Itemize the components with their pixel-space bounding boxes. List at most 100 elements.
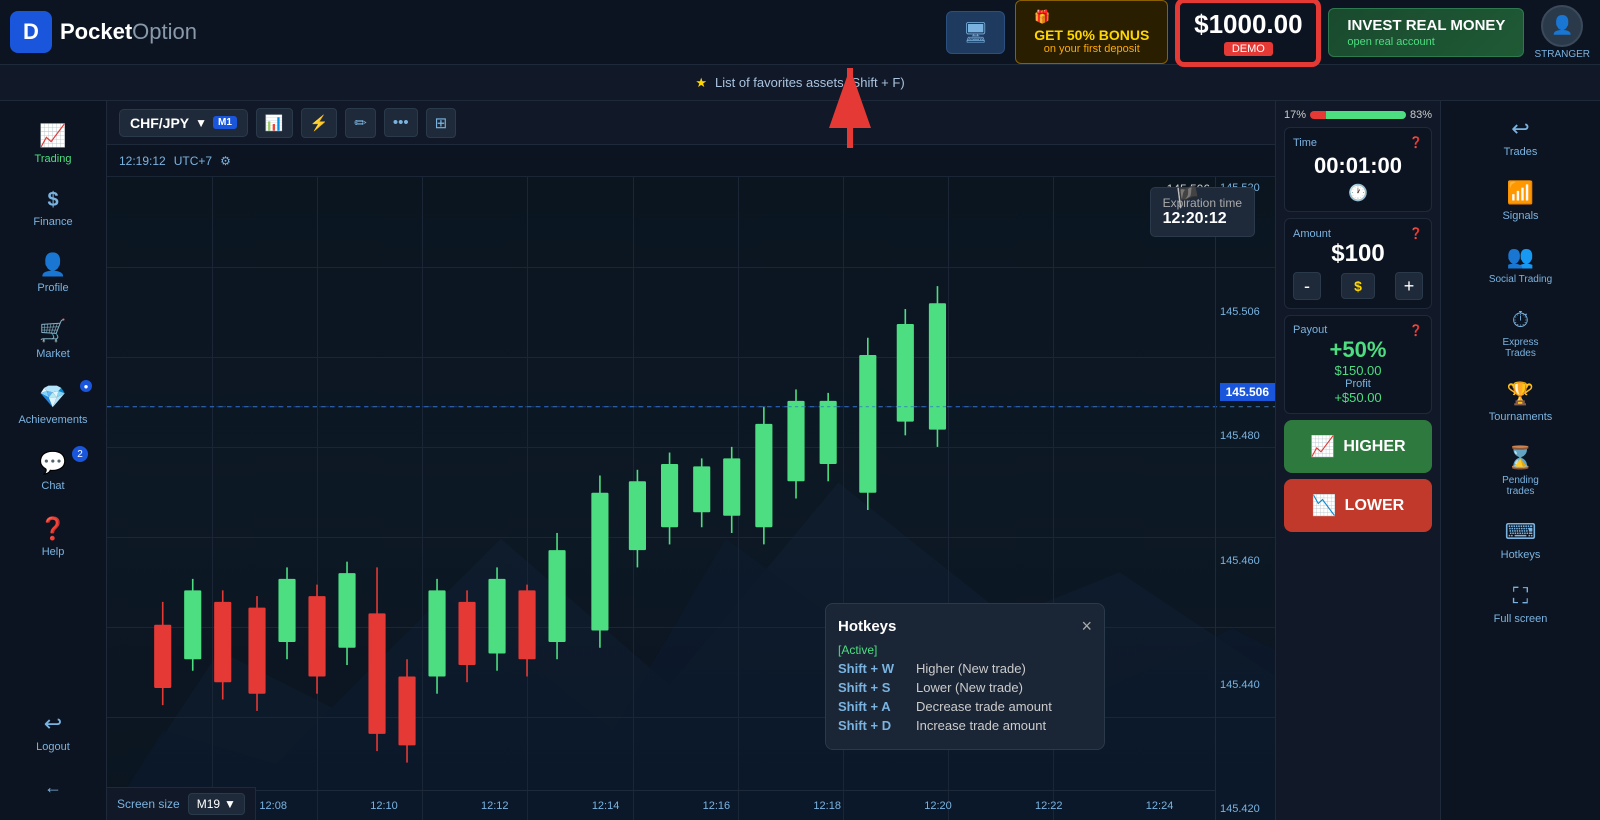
chart-type-button[interactable]: 📊 — [256, 108, 293, 138]
monitor-icon: 🖥 — [963, 20, 988, 45]
right-sidebar-item-trades[interactable]: ↩ Trades — [1441, 106, 1600, 168]
hotkeys-popup: Hotkeys × [Active] Shift + W Higher (New… — [825, 603, 1105, 750]
time-3: 12:10 — [370, 800, 398, 812]
achievements-icon: 💎 — [39, 384, 66, 410]
payout-percent: +50% — [1293, 337, 1423, 363]
indicators-button[interactable]: ⚡ — [301, 108, 338, 138]
screen-size-select[interactable]: M19 ▼ — [188, 793, 245, 815]
achievements-badge: ● — [80, 380, 92, 392]
screen-size-bar: Screen size M19 ▼ — [107, 787, 256, 820]
layout-button[interactable]: ⊞ — [426, 108, 457, 138]
progress-right-label: 83% — [1410, 109, 1432, 121]
hotkeys-icon: ⌨ — [1505, 519, 1537, 545]
right-sidebar-item-tournaments[interactable]: 🏆 Tournaments — [1441, 371, 1600, 433]
gift-icon: 🎁 — [1034, 9, 1050, 25]
time-label: Time — [1293, 137, 1317, 149]
hotkey-desc-4: Increase trade amount — [916, 718, 1046, 733]
avatar-area[interactable]: 👤 STRANGER — [1534, 5, 1590, 60]
amount-plus-button[interactable]: + — [1395, 272, 1423, 300]
sidebar-item-finance[interactable]: $ Finance — [0, 177, 106, 240]
chart-time: 12:19:12 — [119, 154, 166, 168]
sidebar-item-profile[interactable]: 👤 Profile — [0, 240, 106, 306]
right-sidebar-item-hotkeys[interactable]: ⌨ Hotkeys — [1441, 509, 1600, 571]
current-price-label: 145.506 — [1220, 383, 1275, 401]
time-4: 12:12 — [481, 800, 509, 812]
right-sidebar-item-signals[interactable]: 📶 Signals — [1441, 170, 1600, 232]
higher-trend-icon: 📈 — [1310, 434, 1335, 459]
favorites-text: List of favorites assets (Shift + F) — [715, 75, 905, 90]
amount-help-icon: ❓ — [1409, 227, 1423, 240]
payout-amount: $150.00 — [1293, 363, 1423, 378]
logo-bold: Pocket — [60, 19, 132, 44]
time-display: 00:01:00 — [1293, 153, 1423, 179]
hotkey-key-1: Shift + W — [838, 661, 908, 676]
right-sidebar-item-express-trades[interactable]: ⏱ ExpressTrades — [1441, 297, 1600, 369]
sidebar-item-help[interactable]: ❓ Help — [0, 504, 106, 570]
chart-settings-icon[interactable]: ⚙ — [220, 154, 231, 168]
header: D PocketOption 🖥 🎁 GET 50% BONUS on your… — [0, 0, 1600, 65]
screen-size-value: M19 — [197, 797, 220, 811]
main-layout: 📈 Trading $ Finance 👤 Profile 🛒 Market 💎… — [0, 101, 1600, 820]
invest-button[interactable]: INVEST REAL MONEY open real account — [1328, 8, 1524, 57]
sidebar-item-market[interactable]: 🛒 Market — [0, 306, 106, 372]
drawing-button[interactable]: ✏ — [345, 108, 376, 138]
hotkey-desc-2: Lower (New trade) — [916, 680, 1023, 695]
time-6: 12:16 — [703, 800, 731, 812]
time-7: 12:18 — [813, 800, 841, 812]
logo-light: Option — [132, 19, 197, 44]
logo: D PocketOption — [10, 11, 210, 53]
bonus-button[interactable]: 🎁 GET 50% BONUS on your first deposit — [1015, 0, 1168, 64]
profile-label: Profile — [37, 282, 68, 294]
asset-dropdown-icon: ▼ — [195, 116, 207, 130]
right-sidebar-item-social-trading[interactable]: 👥 Social Trading — [1441, 234, 1600, 295]
amount-label: Amount — [1293, 228, 1331, 240]
asset-name: CHF/JPY — [130, 115, 189, 131]
time-5: 12:14 — [592, 800, 620, 812]
asset-selector[interactable]: CHF/JPY ▼ M1 — [119, 109, 248, 137]
full-screen-icon: ⛶ — [1513, 583, 1528, 609]
currency-button[interactable]: $ — [1341, 273, 1375, 299]
sidebar-item-trading[interactable]: 📈 Trading — [0, 111, 106, 177]
demo-account-button[interactable]: $1000.00 DEMO — [1178, 1, 1318, 64]
express-trades-icon: ⏱ — [1512, 307, 1529, 333]
chart-time-info: 12:19:12 UTC+7 ⚙ — [107, 145, 1275, 177]
hotkey-row-4: Shift + D Increase trade amount — [838, 718, 1092, 733]
help-label: Help — [42, 546, 65, 558]
social-trading-icon: 👥 — [1507, 244, 1534, 270]
amount-controls: - $ + — [1293, 272, 1423, 300]
hotkeys-close-button[interactable]: × — [1081, 616, 1092, 637]
chart-area: CHF/JPY ▼ M1 📊 ⚡ ✏ ••• ⊞ 12:19:12 UTC+7 … — [107, 101, 1275, 820]
amount-minus-button[interactable]: - — [1293, 272, 1321, 300]
sidebar-item-logout[interactable]: ↩ Logout — [0, 699, 106, 765]
lower-button[interactable]: 📉 LOWER — [1284, 479, 1432, 532]
pending-trades-icon: ⌛ — [1507, 445, 1534, 471]
lower-trend-icon: 📉 — [1312, 493, 1337, 518]
monitor-button[interactable]: 🖥 — [946, 11, 1005, 54]
profit-label: Profit — [1293, 378, 1423, 390]
profile-icon: 👤 — [39, 252, 66, 278]
time-help-icon: ❓ — [1409, 136, 1423, 149]
favorites-bar[interactable]: ★ List of favorites assets (Shift + F) — [0, 65, 1600, 101]
hotkey-row-2: Shift + S Lower (New trade) — [838, 680, 1092, 695]
more-button[interactable]: ••• — [384, 108, 418, 137]
trading-icon: 📈 — [39, 123, 66, 149]
right-sidebar-item-pending-trades[interactable]: ⌛ Pendingtrades — [1441, 435, 1600, 507]
progress-left-label: 17% — [1284, 109, 1306, 121]
hotkey-key-2: Shift + S — [838, 680, 908, 695]
right-sidebar: ↩ Trades 📶 Signals 👥 Social Trading ⏱ Ex… — [1440, 101, 1600, 820]
sidebar-item-chat[interactable]: 💬 2 Chat — [0, 438, 106, 504]
tournaments-label: Tournaments — [1489, 411, 1553, 423]
sidebar-item-arrow[interactable]: ← — [0, 765, 106, 810]
right-sidebar-item-full-screen[interactable]: ⛶ Full screen — [1441, 573, 1600, 635]
price-level-5: 145.440 — [1220, 679, 1271, 691]
express-trades-label: ExpressTrades — [1502, 337, 1538, 359]
expiration-box: Expiration time 12:20:12 — [1150, 187, 1255, 237]
higher-button[interactable]: 📈 HIGHER — [1284, 420, 1432, 473]
progress-row: 17% 83% — [1284, 109, 1432, 121]
clock-icon: 🕐 — [1293, 183, 1423, 203]
sidebar-item-achievements[interactable]: 💎 ● Achievements — [0, 372, 106, 438]
price-level-2: 145.506 — [1220, 306, 1271, 318]
hotkeys-active-label: [Active] — [838, 643, 1092, 657]
left-sidebar: 📈 Trading $ Finance 👤 Profile 🛒 Market 💎… — [0, 101, 107, 820]
flag-icon: 🏴 — [1175, 185, 1200, 210]
